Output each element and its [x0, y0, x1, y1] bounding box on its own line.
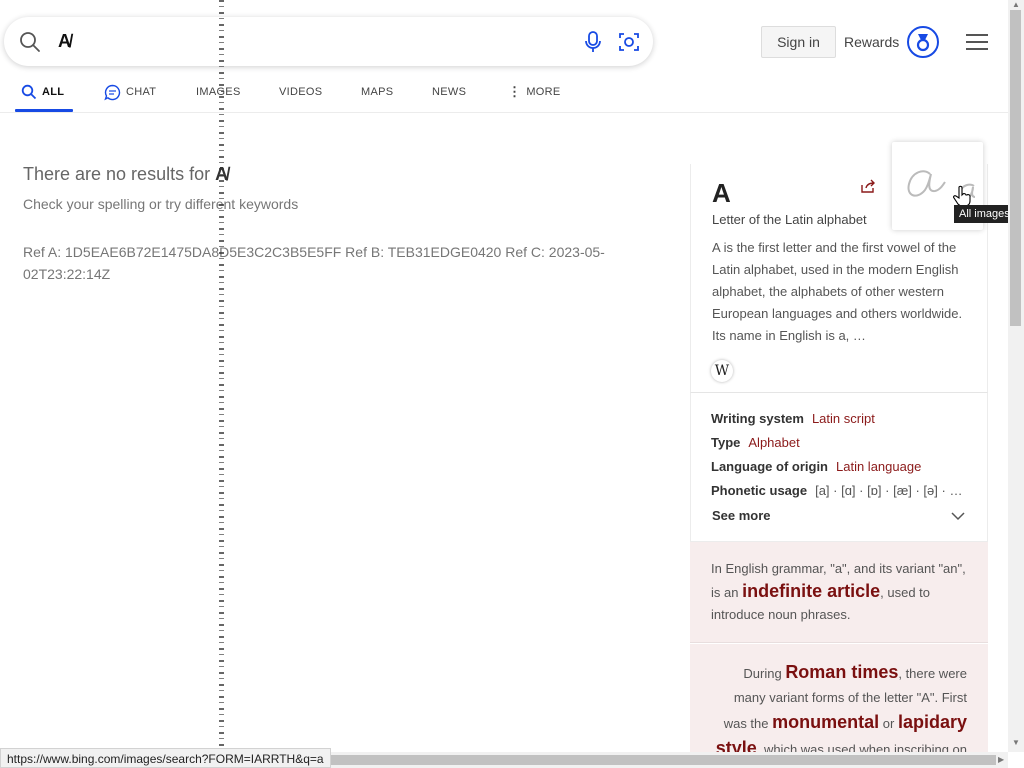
- rewards-label[interactable]: Rewards: [844, 34, 899, 50]
- tab-label: CHAT: [126, 86, 157, 98]
- tab-chat[interactable]: CHAT: [104, 84, 156, 100]
- facts-card: Writing system Latin script Type Alphabet …: [690, 392, 988, 542]
- active-tab-indicator: [15, 109, 73, 112]
- entity-title: A: [712, 178, 731, 208]
- fact-paragraph: In English grammar, "a", and its variant…: [711, 558, 973, 626]
- tab-label: ALL: [42, 86, 65, 98]
- fact-highlight-link[interactable]: indefinite article: [742, 581, 880, 601]
- vertical-scrollbar-thumb[interactable]: [1010, 10, 1021, 326]
- entity-description: A is the first letter and the first vowe…: [712, 240, 963, 343]
- fact-key: Writing system: [711, 411, 804, 426]
- fact-key: Type: [711, 435, 741, 450]
- all-images-tooltip: All images: [954, 205, 1015, 223]
- fact-value: [a] · [ɑ] · [ɒ] · [æ] · [ə] · …: [815, 483, 963, 498]
- fact-highlight-link[interactable]: lapidary: [898, 712, 967, 732]
- scroll-up-arrow-icon[interactable]: ▲: [1012, 0, 1020, 9]
- fact-row: Language of origin Latin language: [711, 459, 921, 474]
- fact-value-link[interactable]: Alphabet: [748, 435, 799, 450]
- knowledge-panel: A Letter of the Latin alphabet A is the …: [690, 164, 988, 768]
- tab-news[interactable]: NEWS: [432, 84, 466, 100]
- visual-search-icon[interactable]: [617, 30, 641, 54]
- tab-more[interactable]: ⋮ MORE: [508, 84, 561, 100]
- hamburger-menu-icon[interactable]: [966, 33, 988, 51]
- fact-paragraph: During Roman times, there were many vari…: [710, 660, 967, 762]
- fact-text: or: [882, 716, 895, 731]
- reference-ids: Ref A: 1D5EAE6B72E1475DA8D5E3C2C3B5E5FF …: [23, 244, 605, 282]
- entity-subtitle: Letter of the Latin alphabet: [712, 212, 867, 227]
- microphone-icon[interactable]: [582, 30, 604, 54]
- chat-icon: [104, 84, 121, 100]
- tab-label: MAPS: [361, 86, 394, 98]
- fact-highlight-link[interactable]: Roman times: [785, 662, 898, 682]
- search-box[interactable]: A̸: [4, 17, 653, 66]
- fact-row: Writing system Latin script: [711, 411, 875, 426]
- horizontal-scrollbar-thumb[interactable]: [330, 755, 996, 765]
- scroll-down-arrow-icon[interactable]: ▼: [1012, 738, 1020, 747]
- fact-highlight-link[interactable]: monumental: [772, 712, 879, 732]
- tab-videos[interactable]: VIDEOS: [279, 84, 322, 100]
- rewards-medal-icon[interactable]: [907, 26, 939, 58]
- tab-label: NEWS: [432, 86, 467, 98]
- fact-value-link[interactable]: Latin language: [836, 459, 921, 474]
- fact-value-link[interactable]: Latin script: [812, 411, 875, 426]
- link-status-bar: https://www.bing.com/images/search?FORM=…: [0, 748, 331, 768]
- rendering-artifact-line: [219, 0, 224, 752]
- sign-in-button[interactable]: Sign in: [761, 26, 836, 58]
- no-results-text: There are no results for: [23, 164, 211, 184]
- share-icon[interactable]: [860, 178, 876, 194]
- hand-cursor-icon: [953, 185, 971, 207]
- chevron-down-icon[interactable]: [951, 511, 965, 521]
- fact-card-article: In English grammar, "a", and its variant…: [690, 542, 988, 643]
- fact-text: During: [743, 666, 782, 681]
- tab-label: VIDEOS: [279, 86, 323, 98]
- fact-key: Phonetic usage: [711, 483, 808, 498]
- fact-row: Type Alphabet: [711, 435, 800, 450]
- search-icon[interactable]: [18, 30, 42, 54]
- search-icon: [21, 84, 37, 100]
- tab-all[interactable]: ALL: [21, 84, 64, 100]
- wikipedia-icon[interactable]: W: [711, 360, 733, 382]
- fact-card-roman: During Roman times, there were many vari…: [690, 644, 988, 768]
- more-vertical-icon: ⋮: [508, 84, 522, 99]
- tab-maps[interactable]: MAPS: [361, 84, 393, 100]
- scope-tabs: ALL CHAT IMAGES VIDEOS MAPS NEWS ⋮ MORE: [0, 78, 1008, 113]
- no-results-message: There are no results for A̸: [23, 164, 228, 185]
- scroll-right-arrow-icon[interactable]: ▶: [998, 755, 1004, 764]
- fact-row: Phonetic usage [a] · [ɑ] · [ɒ] · [æ] · [ə…: [711, 483, 962, 498]
- see-more-button[interactable]: See more: [712, 508, 771, 523]
- search-input[interactable]: A̸: [58, 31, 71, 52]
- tab-label: MORE: [526, 86, 561, 98]
- fact-key: Language of origin: [711, 459, 828, 474]
- spelling-hint: Check your spelling or try different key…: [23, 196, 299, 212]
